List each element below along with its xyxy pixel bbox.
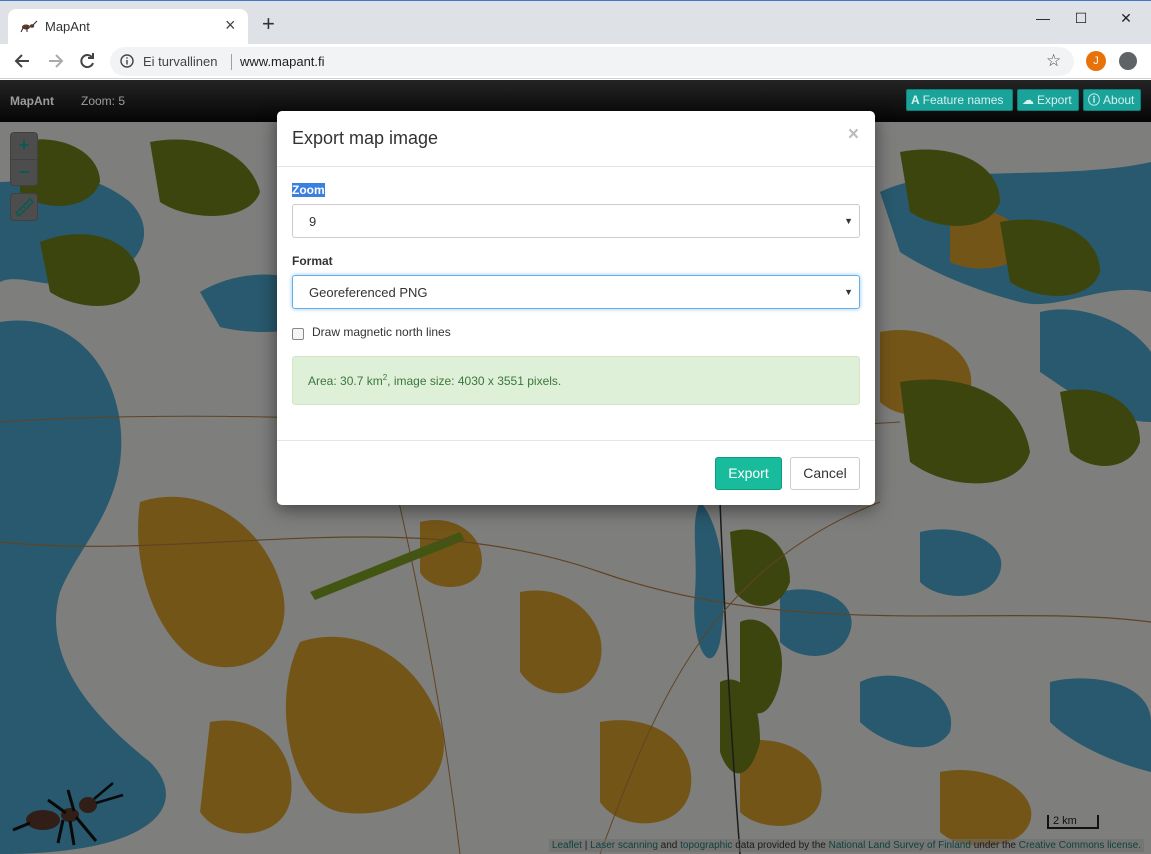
zoom-select[interactable]: 9 ▼	[292, 204, 860, 238]
format-select-value: Georeferenced PNG	[309, 285, 428, 300]
about-button[interactable]: ⓘ About	[1083, 89, 1141, 111]
export-info-alert: Area: 30.7 km2, image size: 4030 x 3551 …	[292, 356, 860, 405]
close-window-button[interactable]: ✕	[1111, 7, 1141, 29]
tab-close-icon[interactable]: ×	[225, 16, 236, 34]
browser-titlebar: MapAnt × + — ☐ ✕	[0, 0, 1151, 45]
profile-avatar[interactable]: J	[1086, 51, 1106, 71]
feature-names-button[interactable]: A Feature names	[906, 89, 1013, 111]
ant-favicon-icon	[20, 20, 38, 33]
new-tab-button[interactable]: +	[262, 13, 275, 35]
minimize-button[interactable]: —	[1028, 7, 1058, 29]
cancel-button[interactable]: Cancel	[790, 457, 860, 490]
browser-tab[interactable]: MapAnt ×	[8, 9, 248, 45]
maximize-button[interactable]: ☐	[1066, 7, 1096, 29]
modal-close-icon[interactable]: ×	[848, 124, 859, 146]
address-bar[interactable]: Ei turvallinen www.mapant.fi ☆	[110, 47, 1074, 76]
chevron-down-icon: ▼	[844, 287, 853, 297]
app-brand[interactable]: MapAnt	[10, 94, 54, 108]
cloud-download-icon: ☁	[1022, 93, 1034, 107]
tab-title: MapAnt	[45, 19, 90, 34]
back-arrow-icon[interactable]	[12, 50, 34, 72]
export-modal: Export map image × Zoom 9 ▼ Format Geore…	[277, 111, 875, 505]
font-icon: A	[911, 93, 920, 107]
info-icon[interactable]	[120, 54, 134, 68]
export-nav-button[interactable]: ☁ Export	[1017, 89, 1079, 111]
zoom-level-label: Zoom: 5	[81, 94, 126, 108]
format-field-label: Format	[292, 254, 333, 268]
export-button[interactable]: Export	[715, 457, 782, 490]
zoom-field-label: Zoom	[292, 183, 325, 197]
modal-header: Export map image ×	[277, 111, 875, 167]
chevron-down-icon: ▼	[844, 216, 853, 226]
magnetic-north-checkbox[interactable]	[292, 328, 304, 340]
reload-icon[interactable]	[76, 50, 98, 72]
bookmark-star-icon[interactable]: ☆	[1046, 51, 1061, 71]
address-separator	[231, 54, 232, 70]
zoom-select-value: 9	[309, 214, 317, 229]
info-circle-icon: ⓘ	[1088, 93, 1101, 107]
image-size-text: , image size: 4030 x 3551 pixels.	[387, 374, 562, 388]
modal-footer: Export Cancel	[277, 440, 875, 506]
url-text[interactable]: www.mapant.fi	[240, 54, 325, 69]
forward-arrow-icon[interactable]	[44, 50, 66, 72]
format-select[interactable]: Georeferenced PNG ▼	[292, 275, 860, 309]
magnetic-north-label[interactable]: Draw magnetic north lines	[312, 325, 451, 339]
browser-toolbar: Ei turvallinen www.mapant.fi ☆ J	[0, 44, 1151, 79]
extension-icon[interactable]	[1119, 52, 1137, 70]
modal-title: Export map image	[292, 128, 439, 148]
security-label: Ei turvallinen	[143, 54, 218, 69]
area-text: Area: 30.7 km	[308, 374, 383, 388]
